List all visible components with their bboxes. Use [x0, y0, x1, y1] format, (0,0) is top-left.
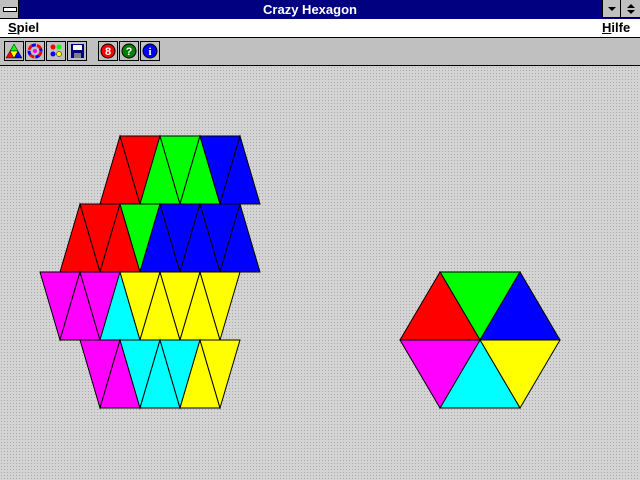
- svg-text:8: 8: [105, 46, 111, 58]
- game-board-area: [0, 66, 640, 480]
- system-menu-icon[interactable]: [0, 0, 19, 19]
- green-question-icon[interactable]: ?: [119, 41, 139, 61]
- board-canvas[interactable]: [0, 66, 640, 480]
- svg-text:i: i: [148, 46, 151, 58]
- window-title: Crazy Hexagon: [263, 2, 357, 17]
- red-circle-icon[interactable]: 8: [98, 41, 118, 61]
- color-swirl-icon[interactable]: [25, 41, 45, 61]
- minimize-icon[interactable]: [602, 0, 620, 18]
- colored-triangles-icon[interactable]: [4, 41, 24, 61]
- menu-hilfe[interactable]: Hilfe: [602, 20, 630, 36]
- figures-icon[interactable]: [46, 41, 66, 61]
- svg-text:?: ?: [126, 46, 133, 58]
- blue-info-icon[interactable]: i: [140, 41, 160, 61]
- menu-bar: Spiel Hilfe: [0, 19, 640, 38]
- title-bar: Crazy Hexagon: [0, 0, 640, 19]
- toolbar: 8 ? i: [0, 38, 640, 66]
- maximize-icon[interactable]: [620, 0, 640, 18]
- floppy-disk-icon[interactable]: [67, 41, 87, 61]
- menu-spiel[interactable]: Spiel: [8, 20, 39, 36]
